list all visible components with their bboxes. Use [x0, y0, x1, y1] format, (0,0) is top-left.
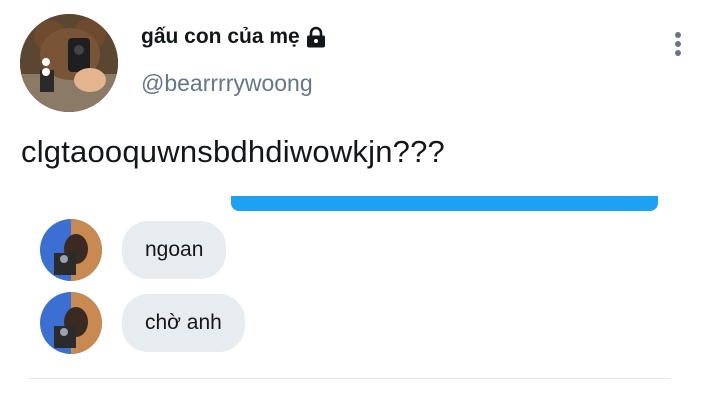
chat-avatar [40, 292, 102, 354]
tweet-text: clgtaooquwnsbdhdiwowkjn??? [21, 134, 445, 169]
profile-avatar[interactable] [20, 14, 118, 112]
divider [28, 378, 670, 379]
user-handle[interactable]: @bearrrrywoong [141, 70, 313, 97]
chat-avatar [40, 219, 102, 281]
display-name-row[interactable]: gấu con của mẹ [141, 25, 326, 49]
received-message-row: chờ anh [40, 292, 245, 354]
received-message-bubble: ngoan [122, 221, 227, 279]
received-message-bubble: chờ anh [122, 294, 245, 352]
more-vertical-icon[interactable] [672, 32, 684, 58]
received-message-row: ngoan [40, 219, 227, 281]
sent-message-bubble [231, 196, 658, 211]
lock-icon [306, 26, 326, 48]
display-name[interactable]: gấu con của mẹ [141, 25, 300, 49]
profile-avatar-image [20, 14, 118, 112]
